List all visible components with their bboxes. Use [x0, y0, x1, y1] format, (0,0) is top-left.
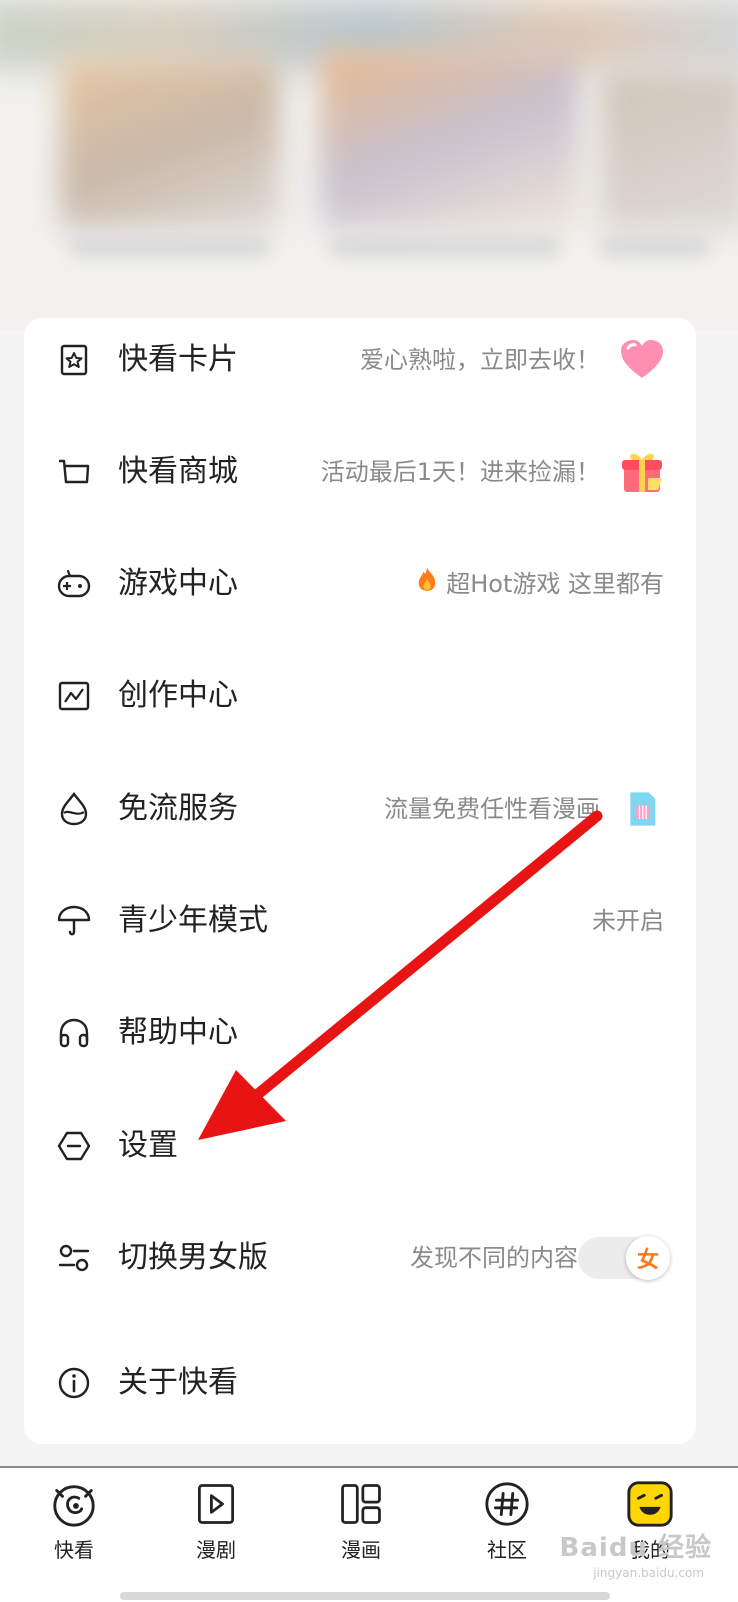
blurred-text [330, 235, 560, 257]
switch-icon [54, 1238, 94, 1278]
menu-card: 快看卡片 爱心熟啦，立即去收！ 快看商城 活动最后1天！进来捡漏！ 游戏中心 超… [24, 318, 696, 1444]
menu-item-free-data[interactable]: 免流服务 流量免费任性看漫画 [24, 769, 696, 849]
heart-icon [618, 336, 666, 384]
menu-item-hint: 流量免费任性看漫画 [384, 795, 600, 823]
blurred-banner [0, 0, 738, 330]
gender-toggle[interactable]: 女 [578, 1236, 670, 1280]
menu-item-hint: 爱心熟啦，立即去收！ [360, 346, 600, 374]
headphones-icon [54, 1013, 94, 1053]
menu-item-label: 设置 [118, 1128, 178, 1163]
blurred-text [70, 235, 270, 257]
menu-item-help[interactable]: 帮助中心 [24, 993, 696, 1073]
menu-item-teen-mode[interactable]: 青少年模式 未开启 [24, 881, 696, 961]
nav-tab-comics[interactable]: 漫画 [311, 1478, 411, 1588]
menu-item-mall[interactable]: 快看商城 活动最后1天！进来捡漏！ [24, 432, 696, 512]
blurred-comic-cover[interactable] [320, 50, 580, 230]
info-icon [54, 1363, 94, 1403]
nav-label: 漫剧 [196, 1538, 236, 1562]
blurred-comic-cover[interactable] [600, 70, 738, 230]
menu-item-cards[interactable]: 快看卡片 爱心熟啦，立即去收！ [24, 320, 696, 400]
menu-item-gender-switch[interactable]: 切换男女版 发现不同的内容 女 [24, 1218, 696, 1298]
menu-item-games[interactable]: 游戏中心 超Hot游戏 这里都有 [24, 544, 696, 624]
nav-label: 社区 [487, 1538, 527, 1562]
comic-panels-icon [335, 1478, 387, 1530]
menu-item-about[interactable]: 关于快看 [24, 1343, 696, 1423]
menu-item-label: 切换男女版 [118, 1240, 268, 1275]
baidu-watermark: Baidu 经验 [559, 1533, 712, 1563]
nav-tab-community[interactable]: 社区 [457, 1478, 557, 1588]
menu-item-label: 游戏中心 [118, 566, 238, 601]
fire-icon [416, 566, 438, 602]
baidu-watermark-url: jingyan.baidu.com [593, 1566, 704, 1580]
gift-icon [618, 448, 666, 496]
cart-icon [54, 452, 94, 492]
menu-item-label: 青少年模式 [118, 903, 268, 938]
blurred-text [600, 235, 710, 257]
water-drop-icon [54, 789, 94, 829]
menu-item-hint-text: 超Hot游戏 这里都有 [446, 570, 664, 598]
menu-item-hint: 超Hot游戏 这里都有 [416, 566, 664, 602]
menu-item-label: 关于快看 [118, 1365, 238, 1400]
settings-hexagon-icon [54, 1126, 94, 1166]
kuaikan-eye-icon [48, 1478, 100, 1530]
menu-item-label: 快看卡片 [118, 342, 238, 377]
menu-item-label: 快看商城 [118, 454, 238, 489]
menu-item-label: 免流服务 [118, 791, 238, 826]
blurred-comic-cover[interactable] [60, 60, 280, 230]
menu-item-label: 帮助中心 [118, 1015, 238, 1050]
nav-tab-drama[interactable]: 漫剧 [166, 1478, 266, 1588]
menu-item-settings[interactable]: 设置 [24, 1106, 696, 1186]
menu-item-hint: 发现不同的内容 [410, 1244, 578, 1272]
umbrella-icon [54, 901, 94, 941]
chart-icon [54, 676, 94, 716]
menu-item-hint: 未开启 [592, 907, 664, 935]
nav-tab-kuaikan[interactable]: 快看 [24, 1478, 124, 1588]
gamepad-icon [54, 564, 94, 604]
nav-label: 漫画 [341, 1538, 381, 1562]
card-star-icon [54, 340, 94, 380]
face-avatar-icon [624, 1478, 676, 1530]
toggle-knob-female: 女 [626, 1236, 670, 1280]
menu-item-label: 创作中心 [118, 678, 238, 713]
home-indicator [120, 1592, 610, 1600]
sim-card-icon [618, 785, 666, 833]
play-icon [190, 1478, 242, 1530]
menu-item-creator[interactable]: 创作中心 [24, 656, 696, 736]
hashtag-icon [481, 1478, 533, 1530]
menu-item-hint: 活动最后1天！进来捡漏！ [320, 458, 600, 486]
nav-label: 快看 [54, 1538, 94, 1562]
